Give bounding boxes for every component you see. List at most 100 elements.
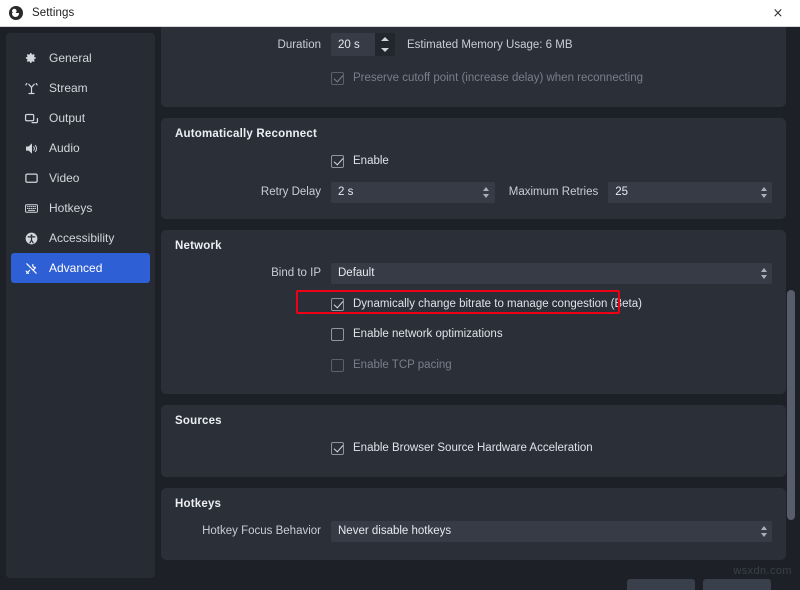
sidebar-item-label: Advanced xyxy=(49,261,103,275)
sidebar-item-stream[interactable]: Stream xyxy=(11,73,150,103)
close-icon[interactable]: × xyxy=(756,0,800,26)
bind-to-ip-up-icon[interactable] xyxy=(760,267,767,272)
maximum-retries-decrement-icon[interactable] xyxy=(760,193,767,198)
preserve-cutoff-checkbox[interactable] xyxy=(331,71,344,85)
accessibility-icon xyxy=(23,230,39,246)
content-scrollbar[interactable] xyxy=(786,27,796,578)
preserve-cutoff-label: Preserve cutoff point (increase delay) w… xyxy=(353,72,644,84)
hotkey-focus-down-icon[interactable] xyxy=(760,532,767,537)
dynamic-bitrate-checkbox-row[interactable]: Dynamically change bitrate to manage con… xyxy=(331,297,642,311)
duration-value[interactable]: 20 s xyxy=(331,33,375,56)
retry-settings-row: Retry Delay 2 s Maximum Retries 25 xyxy=(175,181,772,203)
dialog-button-cancel[interactable] xyxy=(703,579,771,590)
sidebar-item-accessibility[interactable]: Accessibility xyxy=(11,223,150,253)
tcp-pacing-checkbox[interactable] xyxy=(331,358,344,372)
bind-to-ip-dropdown[interactable]: Default xyxy=(331,262,772,284)
replay-buffer-group: Duration 20 s Estimated Memory Usage: 6 … xyxy=(161,27,786,107)
dialog-button-strip xyxy=(0,578,800,590)
hotkeys-title: Hotkeys xyxy=(175,498,222,510)
keyboard-icon xyxy=(23,200,39,216)
duration-decrement-button[interactable] xyxy=(375,45,395,57)
sidebar-item-label: Hotkeys xyxy=(49,201,93,215)
retry-delay-increment-icon[interactable] xyxy=(483,186,490,191)
sidebar-item-hotkeys[interactable]: Hotkeys xyxy=(11,193,150,223)
estimated-memory-usage-label: Estimated Memory Usage: 6 MB xyxy=(407,38,573,51)
dialog-button-ok[interactable] xyxy=(627,579,695,590)
reconnect-enable-checkbox-row[interactable]: Enable xyxy=(331,154,389,168)
hotkey-focus-behavior-label: Hotkey Focus Behavior xyxy=(202,525,321,537)
maximum-retries-value: 25 xyxy=(615,186,629,198)
sidebar-item-video[interactable]: Video xyxy=(11,163,150,193)
duration-spinner[interactable]: 20 s xyxy=(331,33,395,56)
hotkey-focus-up-icon[interactable] xyxy=(760,525,767,530)
maximum-retries-spinner[interactable]: 25 xyxy=(608,181,772,203)
sidebar-item-advanced[interactable]: Advanced xyxy=(11,253,150,283)
sidebar-item-output[interactable]: Output xyxy=(11,103,150,133)
hotkey-focus-behavior-value: Never disable hotkeys xyxy=(338,525,452,537)
network-optimizations-row: Enable network optimizations xyxy=(175,323,772,345)
broadcast-icon xyxy=(23,80,39,96)
retry-delay-spinner[interactable]: 2 s xyxy=(331,181,495,203)
monitor-icon xyxy=(23,110,39,126)
watermark: wsxdn.com xyxy=(733,565,792,577)
network-group: Network Bind to IP Default Dynamically c… xyxy=(161,230,786,394)
bind-to-ip-dropdown-arrows[interactable] xyxy=(755,263,772,284)
settings-content-scroll[interactable]: Duration 20 s Estimated Memory Usage: 6 … xyxy=(161,27,786,578)
sidebar-item-label: Video xyxy=(49,171,80,185)
display-icon xyxy=(23,170,39,186)
dynamic-bitrate-row: Dynamically change bitrate to manage con… xyxy=(175,293,772,315)
reconnect-enable-label: Enable xyxy=(353,155,389,167)
tcp-pacing-checkbox-row[interactable]: Enable TCP pacing xyxy=(331,358,452,372)
reconnect-enable-row: Enable xyxy=(175,150,772,172)
tcp-pacing-label: Enable TCP pacing xyxy=(353,359,452,371)
reconnect-enable-checkbox[interactable] xyxy=(331,154,344,168)
retry-delay-label: Retry Delay xyxy=(260,186,321,198)
title-bar: Settings × xyxy=(0,0,800,27)
hotkey-focus-behavior-arrows[interactable] xyxy=(755,521,772,542)
preserve-cutoff-row: Preserve cutoff point (increase delay) w… xyxy=(175,67,772,89)
window-title: Settings xyxy=(32,7,75,19)
maximum-retries-spinner-arrows[interactable] xyxy=(755,182,772,203)
browser-hwaccel-label: Enable Browser Source Hardware Accelerat… xyxy=(353,442,593,454)
sources-title: Sources xyxy=(175,415,222,427)
dynamic-bitrate-label: Dynamically change bitrate to manage con… xyxy=(353,298,642,310)
hotkey-focus-behavior-dropdown[interactable]: Never disable hotkeys xyxy=(331,520,772,542)
sidebar-item-general[interactable]: General xyxy=(11,43,150,73)
duration-spinner-buttons[interactable] xyxy=(375,33,395,56)
duration-increment-button[interactable] xyxy=(375,33,395,45)
hotkeys-group: Hotkeys Hotkey Focus Behavior Never disa… xyxy=(161,488,786,560)
tcp-pacing-row: Enable TCP pacing xyxy=(175,354,772,376)
maximum-retries-increment-icon[interactable] xyxy=(760,186,767,191)
duration-label: Duration xyxy=(277,38,321,51)
retry-delay-decrement-icon[interactable] xyxy=(483,193,490,198)
obs-icon xyxy=(9,6,23,20)
retry-delay-value: 2 s xyxy=(338,186,354,198)
hotkey-focus-behavior-row: Hotkey Focus Behavior Never disable hotk… xyxy=(175,520,772,542)
settings-sidebar: General Stream Output Audio Video Hotkey… xyxy=(6,33,155,578)
retry-delay-spinner-arrows[interactable] xyxy=(478,182,495,203)
automatically-reconnect-group: Automatically Reconnect Enable Retry Del… xyxy=(161,118,786,219)
preserve-cutoff-checkbox-row[interactable]: Preserve cutoff point (increase delay) w… xyxy=(331,71,644,85)
sidebar-item-label: Audio xyxy=(49,141,80,155)
duration-row: Duration 20 s Estimated Memory Usage: 6 … xyxy=(175,33,772,56)
tools-icon xyxy=(23,260,39,276)
network-title: Network xyxy=(175,240,222,252)
browser-hwaccel-checkbox-row[interactable]: Enable Browser Source Hardware Accelerat… xyxy=(331,441,593,455)
sidebar-item-label: Output xyxy=(49,111,86,125)
automatically-reconnect-title: Automatically Reconnect xyxy=(175,128,317,140)
sources-group: Sources Enable Browser Source Hardware A… xyxy=(161,405,786,477)
gear-icon xyxy=(23,50,39,66)
speaker-icon xyxy=(23,140,39,156)
maximum-retries-label: Maximum Retries xyxy=(508,186,599,198)
sidebar-item-label: Accessibility xyxy=(49,231,115,245)
browser-hwaccel-checkbox[interactable] xyxy=(331,441,344,455)
network-optimizations-checkbox-row[interactable]: Enable network optimizations xyxy=(331,327,503,341)
browser-hwaccel-row: Enable Browser Source Hardware Accelerat… xyxy=(175,437,772,459)
content-scrollbar-thumb[interactable] xyxy=(787,290,795,520)
dynamic-bitrate-checkbox[interactable] xyxy=(331,297,344,311)
bind-to-ip-row: Bind to IP Default xyxy=(175,262,772,284)
settings-window: General Stream Output Audio Video Hotkey… xyxy=(0,27,800,590)
bind-to-ip-down-icon[interactable] xyxy=(760,274,767,279)
network-optimizations-checkbox[interactable] xyxy=(331,327,344,341)
sidebar-item-audio[interactable]: Audio xyxy=(11,133,150,163)
